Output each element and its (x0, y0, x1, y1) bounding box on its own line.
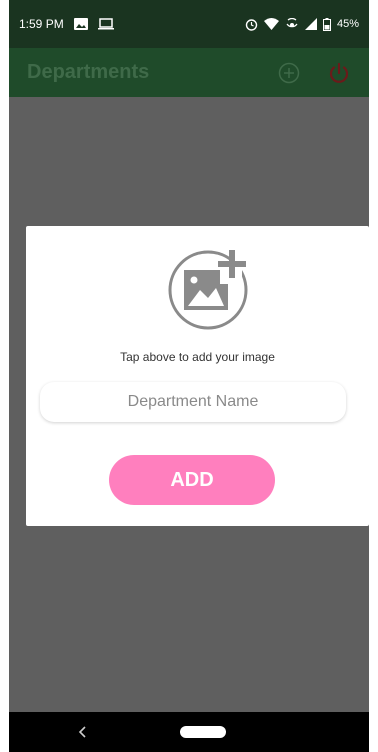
status-bar: 1:59 PM 45% (9, 0, 369, 48)
status-right: 45% (245, 17, 359, 31)
app-bar-actions (277, 61, 351, 85)
logout-button[interactable] (327, 61, 351, 85)
add-department-button[interactable] (277, 61, 301, 85)
status-left: 1:59 PM (19, 17, 114, 31)
screen-notification-icon (97, 18, 114, 30)
signal-icon (304, 18, 317, 30)
hotspot-icon (285, 17, 299, 31)
alarm-icon (245, 18, 258, 31)
back-icon (78, 726, 86, 738)
app-screen: 1:59 PM 45% Departments Tap above to add… (9, 0, 369, 752)
power-icon (329, 62, 349, 83)
status-time: 1:59 PM (19, 17, 64, 31)
image-hint: Tap above to add your image (120, 350, 275, 364)
add-department-dialog: Tap above to add your image ADD (26, 226, 369, 526)
image-notification-icon (73, 18, 88, 30)
image-picker-button[interactable] (162, 240, 260, 332)
page-title: Departments (27, 61, 150, 83)
add-circle-icon (278, 62, 300, 83)
add-photo-icon (168, 250, 248, 330)
nav-back-button[interactable] (73, 721, 93, 743)
add-button[interactable]: ADD (109, 455, 275, 505)
app-bar: Departments (9, 48, 369, 97)
department-name-input[interactable] (40, 382, 346, 422)
battery-percent: 45% (336, 18, 359, 30)
system-nav-bar (9, 712, 369, 752)
battery-icon (322, 17, 331, 31)
wifi-icon (263, 18, 279, 30)
nav-home-button[interactable] (180, 726, 226, 738)
